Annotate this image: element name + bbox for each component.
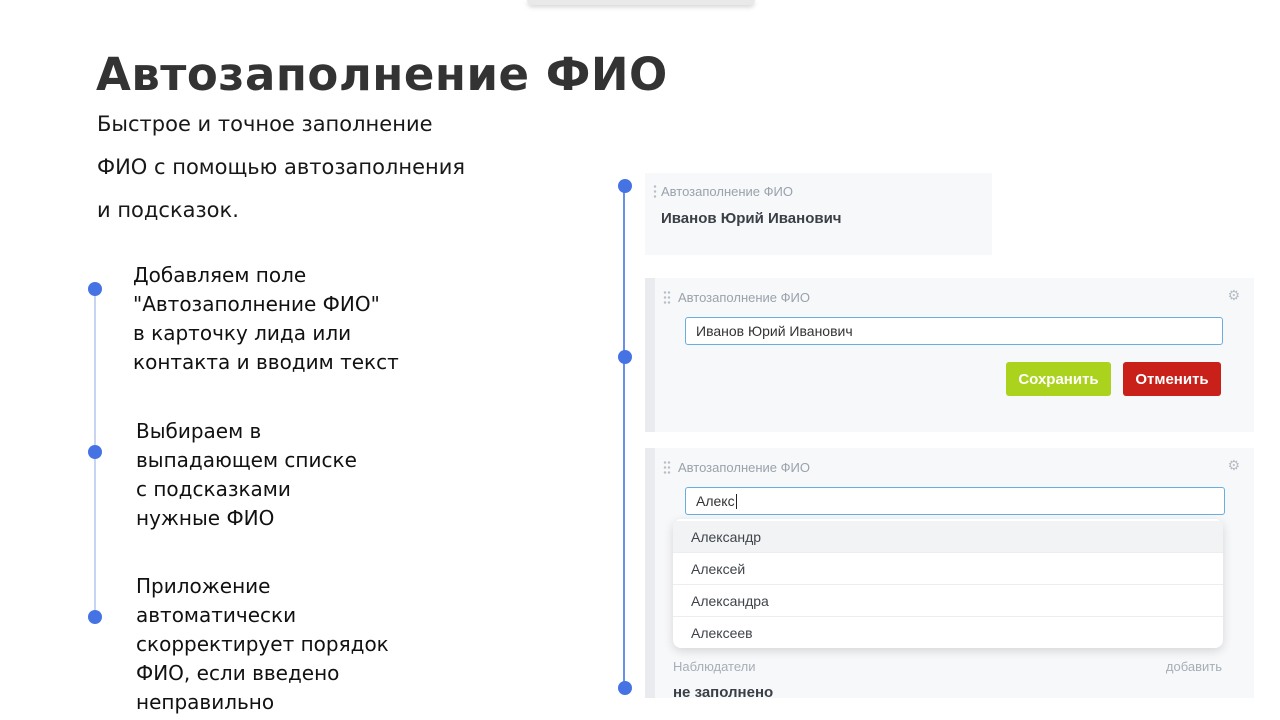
gear-icon[interactable]: ⚙ [1227, 459, 1240, 473]
fio-input-value: Иванов Юрий Иванович [696, 323, 853, 339]
suggestions-dropdown: Александр Алексей Александра Алексеев [673, 519, 1223, 648]
timeline-line-right [623, 186, 625, 688]
timeline-dot [88, 282, 102, 296]
subtitle-line: Быстрое и точное заполнение [97, 112, 433, 136]
fio-input-value: Алекс [696, 493, 735, 509]
bullet-line: ФИО, если введено [136, 659, 389, 688]
timeline-dot [88, 610, 102, 624]
bullet-line: "Автозаполнение ФИО" [133, 290, 399, 319]
fio-input[interactable]: Иванов Юрий Иванович [685, 317, 1223, 345]
suggestion-item[interactable]: Алексеев [673, 616, 1223, 648]
field-label: Автозаполнение ФИО [678, 460, 810, 475]
bullet-line: нужные ФИО [136, 504, 357, 533]
bullet-line: Приложение [136, 572, 389, 601]
field-label: Автозаполнение ФИО [678, 290, 810, 305]
drag-handle-icon[interactable] [663, 460, 671, 476]
add-observer-link[interactable]: добавить [1166, 659, 1222, 674]
suggestion-item[interactable]: Александра [673, 584, 1223, 616]
bullet-line: скорректирует порядок [136, 630, 389, 659]
timeline-dot [618, 350, 632, 364]
field-value[interactable]: Иванов Юрий Иванович [661, 210, 842, 227]
bullet-line: с подсказками [136, 475, 357, 504]
drag-handle-icon[interactable] [663, 290, 671, 306]
observers-label: Наблюдатели [673, 659, 756, 674]
field-panel-edit: Автозаполнение ФИО ⚙ Иванов Юрий Иванови… [645, 278, 1254, 432]
observers-value: не заполнено [673, 684, 773, 698]
bullet-line: автоматически [136, 601, 389, 630]
timeline-dot [88, 445, 102, 459]
panel-left-strip [645, 278, 655, 432]
bullet-line: Добавляем поле [133, 261, 399, 290]
bullet-line: в карточку лида или [133, 319, 399, 348]
text-cursor [736, 494, 737, 509]
field-label: Автозаполнение ФИО [661, 184, 793, 199]
suggestion-item[interactable]: Алексей [673, 552, 1223, 584]
timeline-dot [618, 681, 632, 695]
bullet-line: выпадающем списке [136, 446, 357, 475]
gear-icon[interactable]: ⚙ [1227, 289, 1240, 303]
suggestion-item[interactable]: Александр [673, 521, 1223, 552]
subtitle-line: и подсказок. [97, 198, 239, 222]
fio-input[interactable]: Алекс [685, 487, 1225, 515]
field-panel-suggest: Автозаполнение ФИО ⚙ Алекс Александр Але… [645, 448, 1254, 698]
window-shadow-bar [527, 0, 755, 5]
cancel-button[interactable]: Отменить [1123, 362, 1221, 396]
page-title: Автозаполнение ФИО [96, 48, 668, 101]
bullet-line: контакта и вводим текст [133, 348, 399, 377]
bullet-item: Добавляем поле "Автозаполнение ФИО" в ка… [133, 261, 399, 377]
bullet-item: Выбираем в выпадающем списке с подсказка… [136, 417, 357, 533]
save-button[interactable]: Сохранить [1006, 362, 1111, 396]
bullet-line: неправильно [136, 688, 389, 717]
field-panel-view: Автозаполнение ФИО Иванов Юрий Иванович [645, 173, 992, 255]
drag-handle-icon[interactable] [653, 184, 657, 200]
bullet-line: Выбираем в [136, 417, 357, 446]
subtitle-line: ФИО с помощью автозаполнения [97, 155, 465, 179]
bullet-item: Приложение автоматически скорректирует п… [136, 572, 389, 717]
timeline-dot [618, 179, 632, 193]
panel-left-strip [645, 448, 655, 698]
